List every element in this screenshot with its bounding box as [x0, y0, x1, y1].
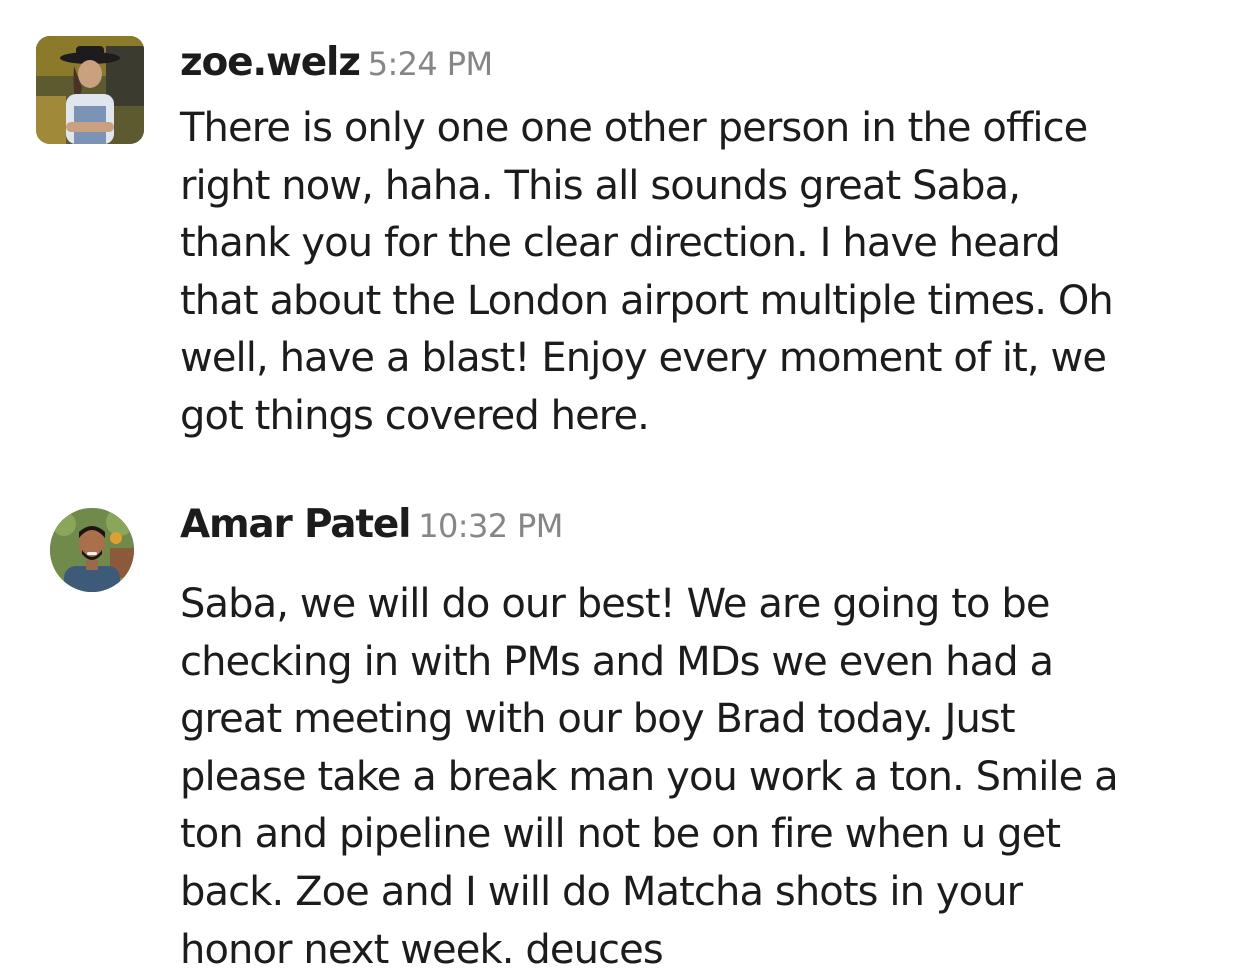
- message-text: There is only one one other person in th…: [180, 105, 1114, 439]
- avatar-photo: [50, 508, 134, 592]
- message-header: Amar Patel 10:32 PM: [180, 502, 1212, 550]
- author-name[interactable]: zoe.welz: [180, 40, 361, 85]
- avatar[interactable]: [50, 508, 134, 592]
- message-header: zoe.welz 5:24 PM: [180, 40, 1212, 88]
- message-text: Saba, we will do our best! We are going …: [180, 581, 1119, 973]
- avatar[interactable]: [36, 36, 144, 144]
- message-content: zoe.welz 5:24 PM There is only one one ot…: [180, 40, 1212, 446]
- message-content: Amar Patel 10:32 PM Saba, we will do our …: [180, 502, 1212, 979]
- author-name[interactable]: Amar Patel: [180, 502, 411, 547]
- avatar-photo: [36, 36, 144, 144]
- message-timestamp[interactable]: 10:32 PM: [418, 507, 563, 545]
- message-timestamp[interactable]: 5:24 PM: [368, 45, 493, 83]
